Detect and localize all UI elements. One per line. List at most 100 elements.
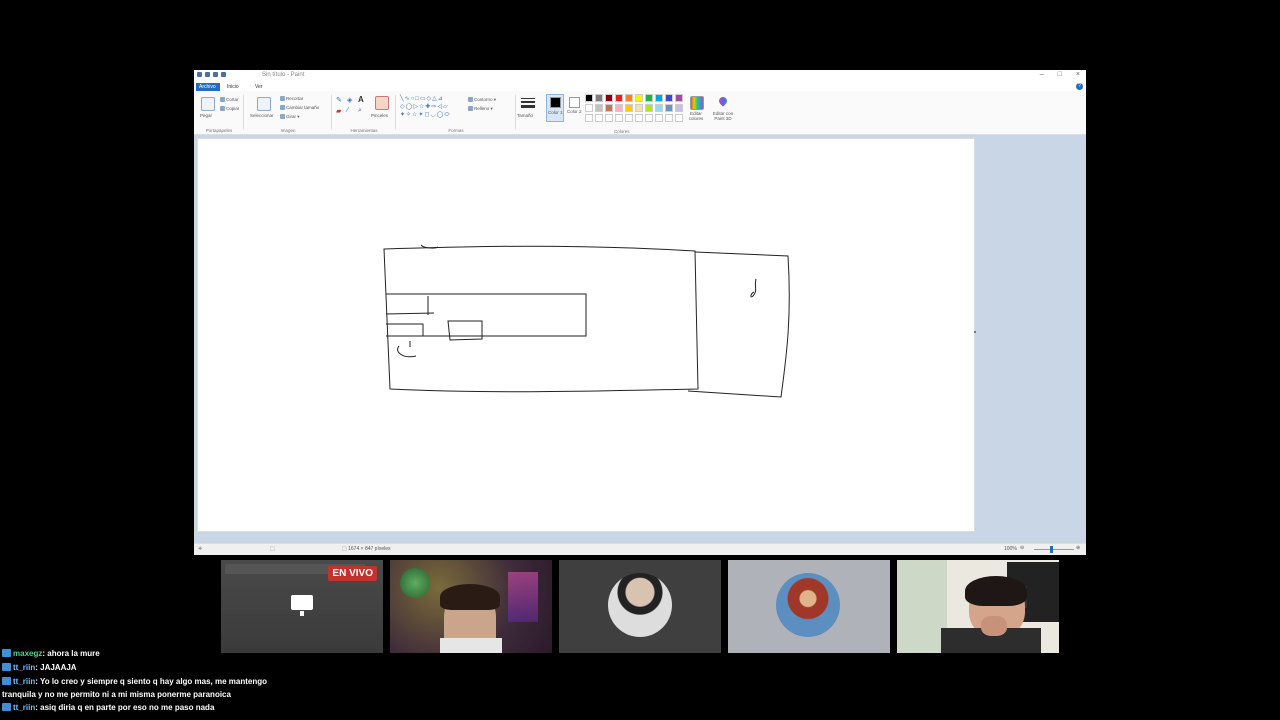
- color-swatch[interactable]: [645, 94, 653, 102]
- color-swatch[interactable]: [625, 94, 633, 102]
- participant-tile-webcam-2[interactable]: [897, 560, 1059, 653]
- resize-button[interactable]: Cambiar tamaño: [280, 105, 319, 111]
- drawing-canvas[interactable]: [197, 138, 975, 532]
- color-swatch[interactable]: [665, 104, 673, 112]
- tab-home[interactable]: Inicio: [224, 83, 242, 91]
- custom-color-swatch[interactable]: [605, 114, 613, 122]
- badge-icon: [2, 663, 11, 671]
- custom-color-swatch[interactable]: [595, 114, 603, 122]
- badge-icon: [2, 703, 11, 711]
- color-swatch[interactable]: [625, 104, 633, 112]
- sketch-main-box: [383, 245, 699, 393]
- color-swatch[interactable]: [615, 104, 623, 112]
- edit-colors-button[interactable]: Editar colores: [686, 111, 706, 121]
- close-icon[interactable]: ×: [1076, 71, 1080, 78]
- edit-paint3d-button[interactable]: Editar con Paint 3D: [709, 111, 737, 121]
- color2-button[interactable]: Color 2: [566, 94, 582, 120]
- color-swatch[interactable]: [635, 104, 643, 112]
- cut-button[interactable]: Cortar: [220, 97, 239, 103]
- resize-handle[interactable]: [974, 331, 976, 333]
- custom-color-swatch[interactable]: [635, 114, 643, 122]
- chat-username: maxegz: [13, 649, 43, 658]
- participant-tile-avatar-1[interactable]: [559, 560, 721, 653]
- participant-tile-avatar-2[interactable]: [728, 560, 890, 653]
- chat-text-continuation: tranquila y no me permito ni a mi misma …: [2, 690, 231, 699]
- paint3d-icon[interactable]: [717, 95, 729, 108]
- color-swatch[interactable]: [635, 94, 643, 102]
- select-icon[interactable]: [257, 97, 271, 111]
- sketch-squiggle-right: [750, 278, 757, 298]
- print-icon[interactable]: [221, 72, 226, 77]
- custom-color-swatch[interactable]: [645, 114, 653, 122]
- eraser-icon[interactable]: ▰: [336, 107, 341, 115]
- help-icon[interactable]: ?: [1076, 83, 1083, 90]
- color-swatch[interactable]: [655, 94, 663, 102]
- edit-colors-icon[interactable]: [690, 96, 704, 110]
- paste-icon[interactable]: [201, 97, 215, 111]
- color-swatch[interactable]: [645, 104, 653, 112]
- zoom-slider[interactable]: [1034, 549, 1074, 550]
- zoom-slider-thumb[interactable]: [1050, 546, 1053, 553]
- badge-icon: [2, 649, 11, 657]
- save-icon[interactable]: [197, 72, 202, 77]
- select-button[interactable]: Seleccionar: [250, 113, 274, 118]
- sketch-right-box: [687, 251, 790, 398]
- participant-tile-screenshare[interactable]: EN VIVO: [221, 560, 383, 653]
- group-clipboard: Pegar Cortar Copiar Portapapeles: [196, 93, 244, 133]
- group-image: Seleccionar Recortar Cambiar tamaño Gira…: [246, 93, 332, 133]
- undo-icon[interactable]: [205, 72, 210, 77]
- rotate-icon: [280, 114, 285, 120]
- size-button[interactable]: Tamaño: [517, 113, 533, 118]
- avatar: [776, 573, 840, 637]
- crop-button[interactable]: Recortar: [280, 96, 303, 102]
- tab-view[interactable]: Ver: [252, 83, 266, 91]
- person-hair: [965, 576, 1027, 606]
- participant-tile-webcam-1[interactable]: [390, 560, 552, 653]
- group-tools: ✎ ◈ A ▰ ⁄ ⌕ Pinceles Herramientas: [334, 93, 396, 133]
- redo-icon[interactable]: [213, 72, 218, 77]
- custom-color-swatch[interactable]: [615, 114, 623, 122]
- fill-button[interactable]: Relleno ▾: [468, 106, 493, 112]
- rotate-button[interactable]: Girar ▾: [280, 114, 300, 120]
- magnifier-icon[interactable]: ⌕: [358, 107, 362, 115]
- text-tool-icon[interactable]: A: [358, 95, 364, 104]
- copy-button[interactable]: Copiar: [220, 106, 239, 112]
- group-colors: Editar colores Editar con Paint 3D: [680, 93, 740, 133]
- maximize-icon[interactable]: □: [1058, 71, 1062, 78]
- color-swatch[interactable]: [615, 94, 623, 102]
- color-swatch[interactable]: [585, 94, 593, 102]
- custom-color-swatch[interactable]: [585, 114, 593, 122]
- zoom-in-icon[interactable]: ⊕: [1076, 545, 1080, 551]
- color-swatch[interactable]: [605, 94, 613, 102]
- menu-file[interactable]: Archivo: [196, 83, 220, 91]
- chat-message: tt_riin: JAJAAJA: [2, 661, 292, 675]
- paste-button[interactable]: Pegar: [200, 113, 212, 118]
- color-swatch[interactable]: [595, 94, 603, 102]
- color-swatch[interactable]: [605, 104, 613, 112]
- chat-username: tt_riin: [13, 677, 36, 686]
- custom-color-swatch[interactable]: [665, 114, 673, 122]
- color-swatch[interactable]: [655, 104, 663, 112]
- color1-button[interactable]: Color 1: [546, 94, 564, 122]
- brush-icon[interactable]: [375, 96, 389, 110]
- pencil-icon[interactable]: ✎: [336, 96, 342, 104]
- color-swatch[interactable]: [665, 94, 673, 102]
- copy-icon: [220, 106, 225, 112]
- brushes-button[interactable]: Pinceles: [371, 113, 388, 118]
- custom-color-swatch[interactable]: [655, 114, 663, 122]
- line-size-icon[interactable]: [521, 98, 535, 108]
- chat-text: : ahora la mure: [42, 649, 100, 658]
- chat-text: : asiq diria q en parte por eso no me pa…: [35, 703, 215, 712]
- color-swatch[interactable]: [585, 104, 593, 112]
- chat-text: : Yo lo creo y siempre q siento q hay al…: [35, 677, 267, 686]
- outline-button[interactable]: Contorno ▾: [468, 97, 496, 103]
- color-picker-icon[interactable]: ⁄: [347, 107, 348, 114]
- shapes-gallery[interactable]: ╲∿○□▭◇△⊿ ◇◯▷☆✚⇨◁▱ ✦✧☆✶◻◡◯⬭: [400, 95, 460, 119]
- minimize-icon[interactable]: –: [1040, 71, 1044, 78]
- custom-color-swatch[interactable]: [625, 114, 633, 122]
- chat-message: maxegz: ahora la mure: [2, 647, 292, 661]
- fill-icon[interactable]: ◈: [347, 96, 352, 104]
- color-swatch[interactable]: [595, 104, 603, 112]
- outline-icon: [468, 97, 473, 103]
- zoom-out-icon[interactable]: ⊖: [1020, 545, 1024, 551]
